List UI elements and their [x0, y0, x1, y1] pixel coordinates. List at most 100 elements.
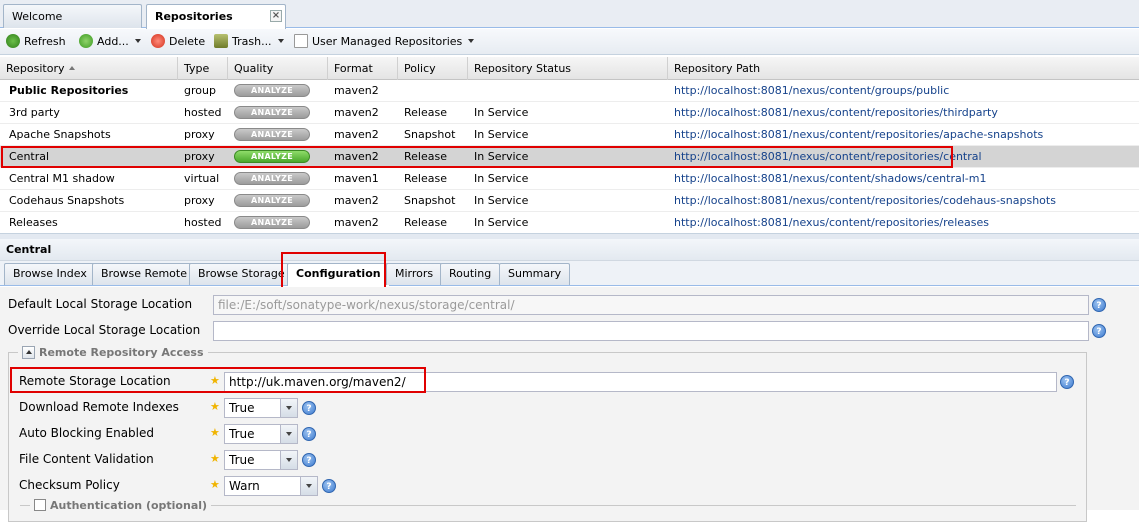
repository-format: maven2 — [334, 106, 379, 119]
column-header-format[interactable]: Format — [328, 57, 398, 80]
default-local-storage-label: Default Local Storage Location — [8, 297, 193, 311]
download-indexes-select[interactable]: True — [224, 398, 298, 418]
analyze-button-active[interactable]: ANALYZE — [234, 150, 310, 163]
chevron-down-icon[interactable] — [280, 399, 297, 417]
checksum-policy-select[interactable]: Warn — [224, 476, 318, 496]
repository-name: Codehaus Snapshots — [9, 194, 125, 207]
file-validation-label: File Content Validation — [19, 452, 154, 466]
refresh-label: Refresh — [24, 35, 66, 48]
repository-path-link[interactable]: http://localhost:8081/nexus/content/shad… — [665, 168, 1135, 190]
required-star-icon: ★ — [210, 400, 220, 413]
analyze-button[interactable]: ANALYZE — [234, 172, 310, 185]
tab-summary[interactable]: Summary — [499, 263, 571, 285]
repository-name: Central M1 shadow — [9, 172, 115, 185]
column-header-quality[interactable]: Quality — [228, 57, 328, 80]
top-tab-bar: Welcome Repositories × — [0, 0, 1139, 29]
table-row[interactable]: Central M1 shadow virtual ANALYZE maven1… — [0, 168, 1139, 190]
column-header-type[interactable]: Type — [178, 57, 228, 80]
table-row[interactable]: Apache Snapshots proxy ANALYZE maven2 Sn… — [0, 124, 1139, 146]
required-star-icon: ★ — [210, 374, 220, 387]
help-icon[interactable]: ? — [302, 401, 316, 415]
tab-configuration[interactable]: Configuration — [287, 263, 390, 286]
analyze-button[interactable]: ANALYZE — [234, 128, 310, 141]
authentication-checkbox[interactable] — [34, 499, 46, 511]
help-icon[interactable]: ? — [1060, 375, 1074, 389]
column-header-policy[interactable]: Policy — [398, 57, 468, 80]
help-icon[interactable]: ? — [1092, 324, 1106, 338]
analyze-button[interactable]: ANALYZE — [234, 216, 310, 229]
help-icon[interactable]: ? — [1092, 298, 1106, 312]
override-local-storage-input[interactable] — [213, 321, 1089, 341]
tab-repositories[interactable]: Repositories × — [146, 4, 286, 29]
repository-name: Public Repositories — [9, 84, 129, 97]
repository-path-link[interactable]: http://localhost:8081/nexus/content/repo… — [665, 190, 1135, 212]
tab-welcome[interactable]: Welcome — [3, 4, 142, 28]
repository-status — [465, 80, 665, 102]
chevron-down-icon — [468, 39, 475, 43]
repository-format: maven2 — [334, 84, 379, 97]
required-star-icon: ★ — [210, 478, 220, 491]
delete-button[interactable]: Delete — [151, 33, 205, 51]
repository-path-link[interactable]: http://localhost:8081/nexus/content/repo… — [665, 146, 1135, 168]
help-icon[interactable]: ? — [302, 427, 316, 441]
tab-browse-index[interactable]: Browse Index — [4, 263, 96, 285]
refresh-button[interactable]: Refresh — [6, 33, 66, 51]
tab-mirrors[interactable]: Mirrors — [386, 263, 443, 285]
repository-type: hosted — [184, 216, 222, 229]
trash-button[interactable]: Trash... — [214, 33, 284, 51]
column-header-path[interactable]: Repository Path — [668, 57, 1139, 80]
table-row-selected[interactable]: Central proxy ANALYZE maven2 Release In … — [0, 146, 1139, 168]
repository-type: virtual — [184, 172, 220, 185]
chevron-down-icon[interactable] — [280, 425, 297, 443]
column-header-repository[interactable]: Repository — [0, 57, 178, 80]
table-row[interactable]: 3rd party hosted ANALYZE maven2 Release … — [0, 102, 1139, 124]
repository-path-link[interactable]: http://localhost:8081/nexus/content/repo… — [665, 212, 1135, 234]
help-icon[interactable]: ? — [322, 479, 336, 493]
detail-tab-bar: Browse Index Browse Remote Browse Storag… — [0, 261, 1139, 286]
help-icon[interactable]: ? — [302, 453, 316, 467]
repository-policy: Release — [404, 106, 447, 119]
required-star-icon: ★ — [210, 452, 220, 465]
remote-storage-input[interactable]: http://uk.maven.org/maven2/ — [224, 372, 1057, 392]
collapse-icon[interactable] — [22, 346, 35, 359]
authentication-legend[interactable]: Authentication (optional) — [30, 499, 212, 512]
analyze-button[interactable]: ANALYZE — [234, 84, 310, 97]
repository-format: maven2 — [334, 128, 379, 141]
grid-header: Repository Type Quality Format Policy Re… — [0, 57, 1139, 80]
repository-status: In Service — [474, 216, 529, 229]
analyze-button[interactable]: ANALYZE — [234, 106, 310, 119]
detail-panel-title: Central — [0, 239, 1139, 261]
repository-type: proxy — [184, 128, 215, 141]
repository-path-link[interactable]: http://localhost:8081/nexus/content/repo… — [665, 124, 1135, 146]
repository-name: Apache Snapshots — [9, 128, 111, 141]
table-row[interactable]: Releases hosted ANALYZE maven2 Release I… — [0, 212, 1139, 234]
auto-blocking-label: Auto Blocking Enabled — [19, 426, 154, 440]
repository-path-link[interactable]: http://localhost:8081/nexus/content/grou… — [665, 80, 1135, 102]
table-row[interactable]: Public Repositories group ANALYZE maven2… — [0, 80, 1139, 102]
repository-policy: Release — [404, 172, 447, 185]
tab-label: Repositories — [155, 10, 233, 23]
file-validation-select[interactable]: True — [224, 450, 298, 470]
auto-blocking-select[interactable]: True — [224, 424, 298, 444]
repository-status: In Service — [474, 106, 529, 119]
close-icon[interactable]: × — [270, 10, 282, 22]
add-button[interactable]: Add... — [79, 33, 141, 51]
default-local-storage-input: file:/E:/soft/sonatype-work/nexus/storag… — [213, 295, 1089, 315]
document-icon — [294, 34, 308, 48]
delete-label: Delete — [169, 35, 206, 48]
column-header-status[interactable]: Repository Status — [468, 57, 668, 80]
toolbar: Refresh Add... Delete Trash... User Mana… — [0, 29, 1139, 55]
tab-browse-remote[interactable]: Browse Remote — [92, 263, 196, 285]
remote-access-legend[interactable]: Remote Repository Access — [18, 346, 208, 359]
chevron-down-icon[interactable] — [280, 451, 297, 469]
tab-browse-storage[interactable]: Browse Storage — [189, 263, 294, 285]
repository-path-link[interactable]: http://localhost:8081/nexus/content/repo… — [665, 102, 1135, 124]
repository-type: group — [184, 84, 216, 97]
analyze-button[interactable]: ANALYZE — [234, 194, 310, 207]
user-managed-repositories-button[interactable]: User Managed Repositories — [294, 33, 475, 51]
chevron-down-icon[interactable] — [300, 477, 317, 495]
table-row[interactable]: Codehaus Snapshots proxy ANALYZE maven2 … — [0, 190, 1139, 212]
add-label: Add... — [97, 35, 129, 48]
repository-name: Releases — [9, 216, 58, 229]
tab-routing[interactable]: Routing — [440, 263, 501, 285]
